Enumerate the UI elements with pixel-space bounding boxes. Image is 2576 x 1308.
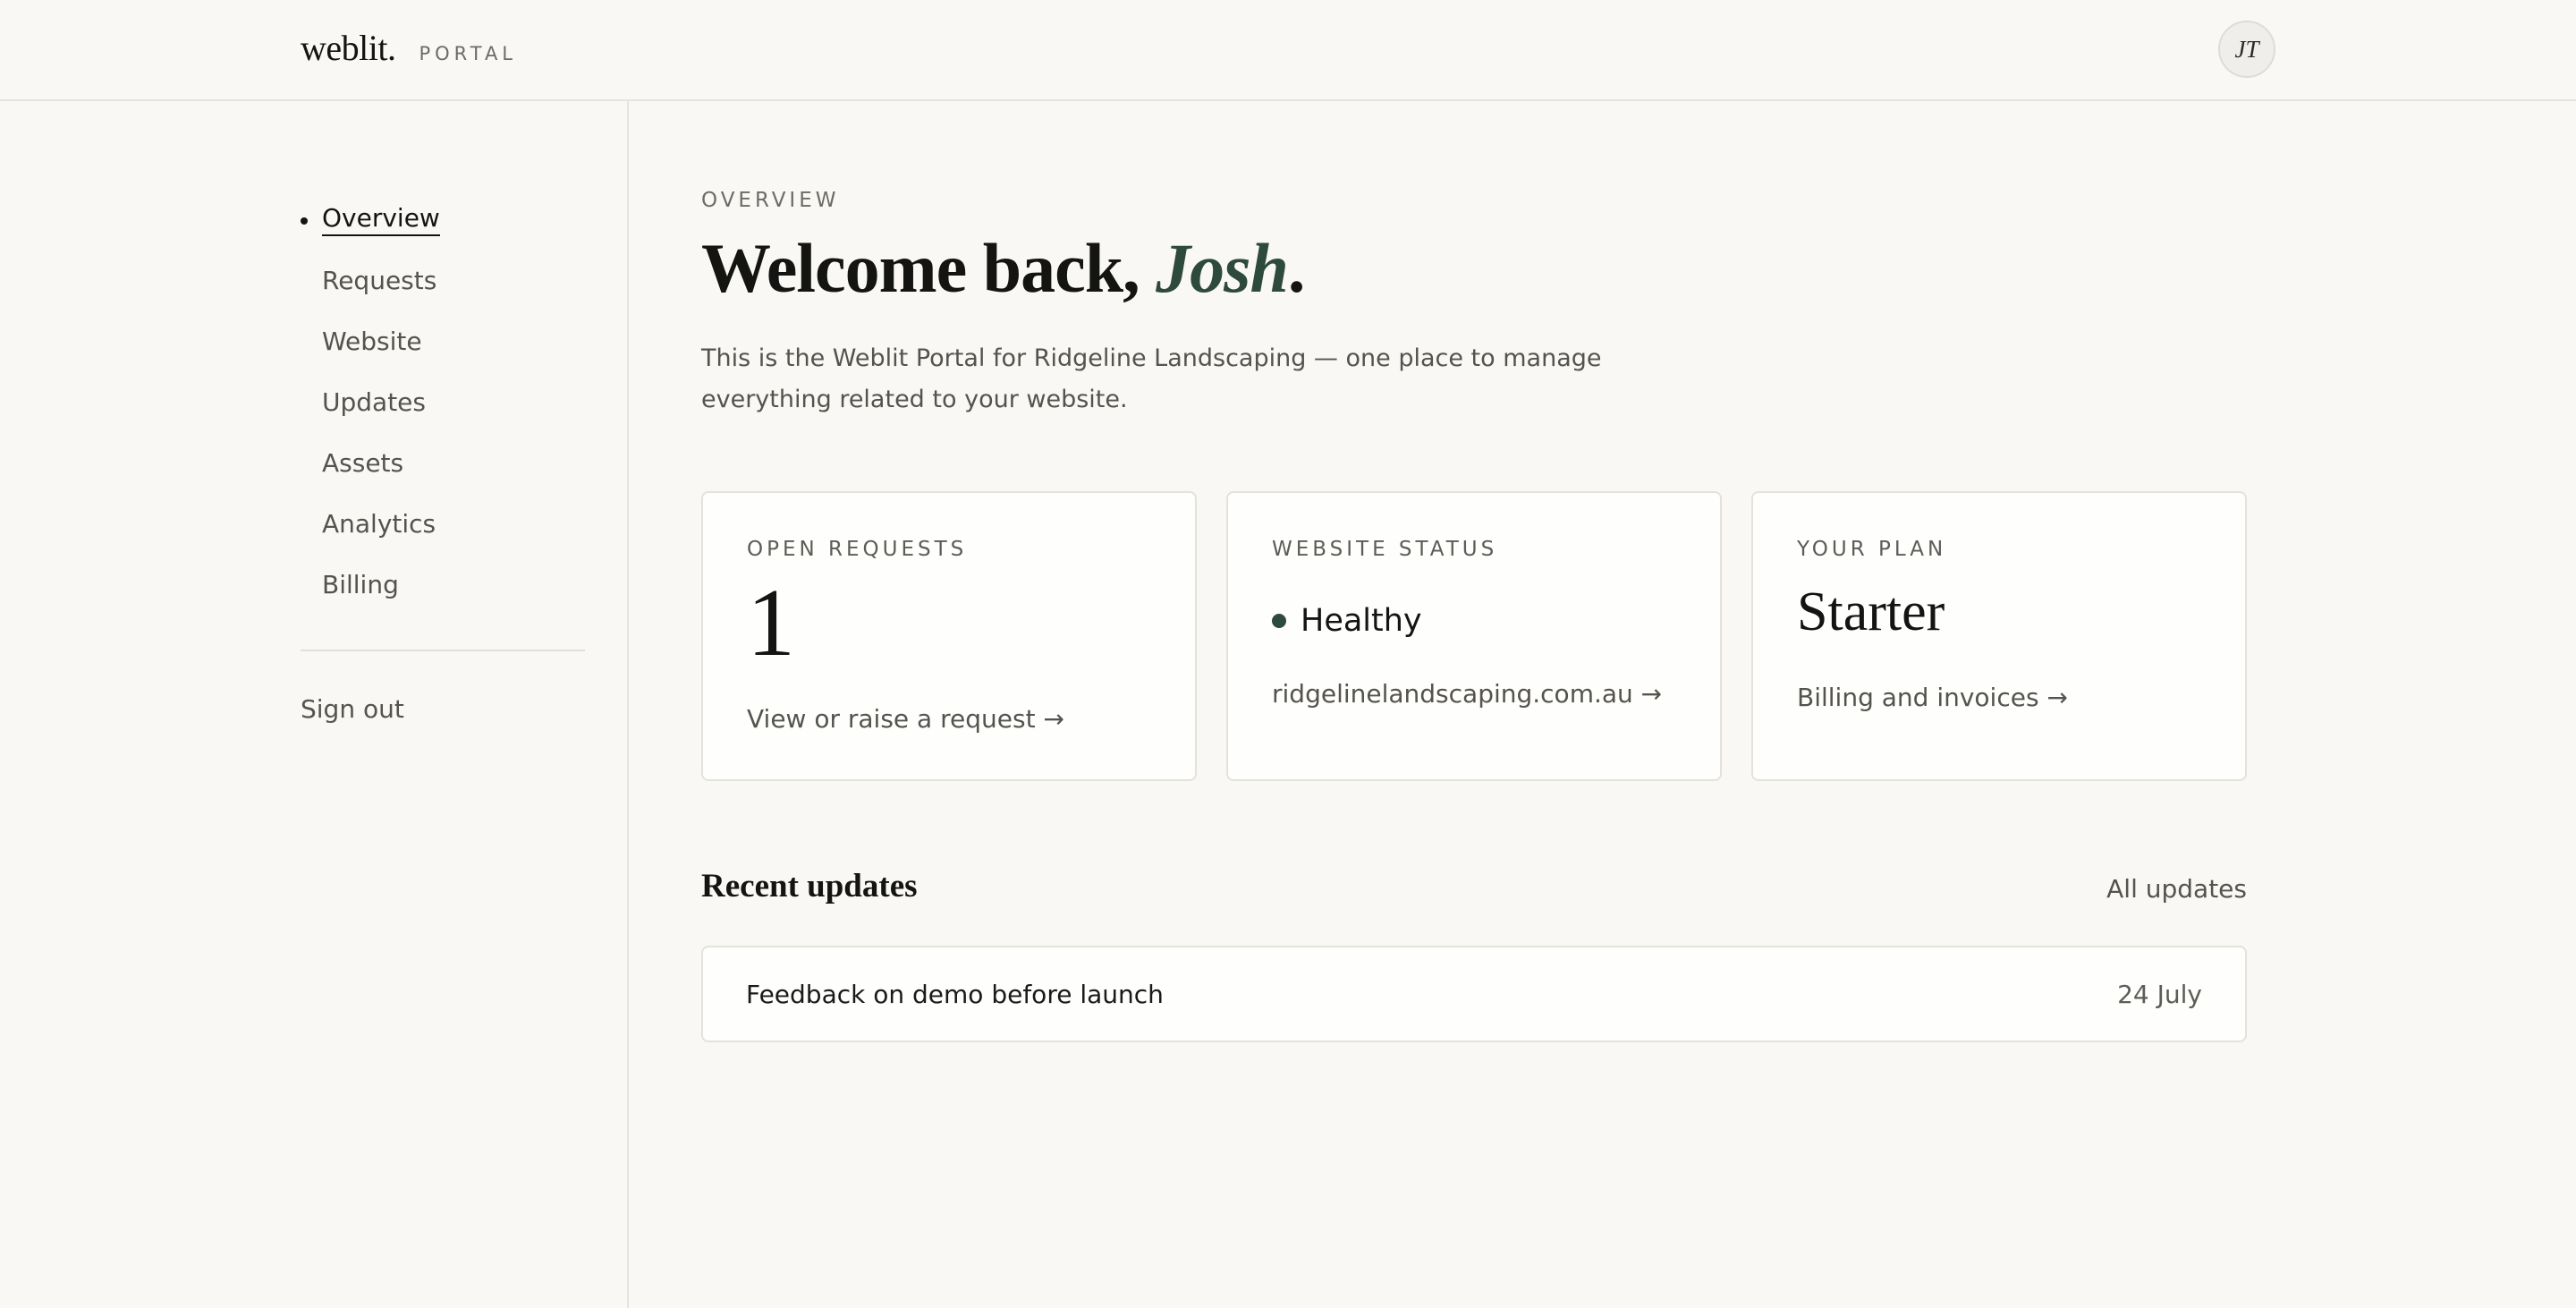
website-url-link[interactable]: ridgelinelandscaping.com.au → [1272,679,1662,709]
user-avatar[interactable]: JT [2218,21,2275,78]
page-eyebrow: OVERVIEW [701,189,840,212]
status-text: Healthy [1301,603,1422,639]
billing-invoices-link[interactable]: Billing and invoices → [1797,683,2068,712]
sidebar-item-analytics[interactable]: Analytics [301,493,585,554]
sidebar-item-assets[interactable]: Assets [301,432,585,493]
update-list-item[interactable]: Feedback on demo before launch 24 July [701,946,2247,1042]
portal-label: PORTAL [419,43,518,64]
sidebar-divider [301,650,585,651]
sidebar-item-label: Updates [322,386,426,417]
top-bar: weblit. PORTAL JT [0,0,2576,101]
welcome-prefix: Welcome back, [701,229,1157,307]
sidebar-item-billing[interactable]: Billing [301,554,585,615]
website-status: Healthy [1272,603,1422,639]
weblit-logo: weblit. [301,28,396,68]
sidebar-item-overview[interactable]: Overview [301,189,585,250]
sidebar-item-label: Billing [322,569,399,599]
sidebar: Overview Requests Website Updates Assets… [0,101,629,1308]
all-updates-link[interactable]: All updates [2106,874,2247,904]
sidebar-item-label: Overview [322,203,440,236]
sidebar-nav: Overview Requests Website Updates Assets… [301,189,585,615]
sign-out-link[interactable]: Sign out [301,694,404,724]
page-title: Welcome back, Josh. [701,228,1305,309]
recent-updates-title: Recent updates [701,868,918,905]
sidebar-item-label: Analytics [322,508,436,539]
plan-card: YOUR PLAN Starter Billing and invoices → [1751,491,2247,781]
sidebar-item-label: Requests [322,265,437,295]
website-status-card: WEBSITE STATUS Healthy ridgelinelandscap… [1226,491,1722,781]
sidebar-item-requests[interactable]: Requests [301,250,585,310]
card-label: OPEN REQUESTS [747,538,968,561]
brand[interactable]: weblit. PORTAL [301,27,517,69]
sidebar-item-updates[interactable]: Updates [301,371,585,432]
sidebar-item-website[interactable]: Website [301,310,585,371]
status-dot-icon [1272,614,1286,628]
update-date: 24 July [2117,979,2202,1009]
sidebar-item-label: Assets [322,447,404,478]
card-label: WEBSITE STATUS [1272,538,1498,561]
plan-name: Starter [1797,582,1945,642]
open-requests-card: OPEN REQUESTS 1 View or raise a request … [701,491,1197,781]
view-requests-link[interactable]: View or raise a request → [747,704,1064,734]
open-requests-count: 1 [747,570,795,676]
user-name: Josh [1156,229,1289,307]
card-label: YOUR PLAN [1797,538,1947,561]
welcome-suffix: . [1287,229,1305,307]
intro-text: This is the Weblit Portal for Ridgeline … [701,344,1602,413]
update-title: Feedback on demo before launch [746,979,1164,1009]
summary-cards: OPEN REQUESTS 1 View or raise a request … [701,491,2247,781]
sidebar-item-label: Website [322,326,422,356]
